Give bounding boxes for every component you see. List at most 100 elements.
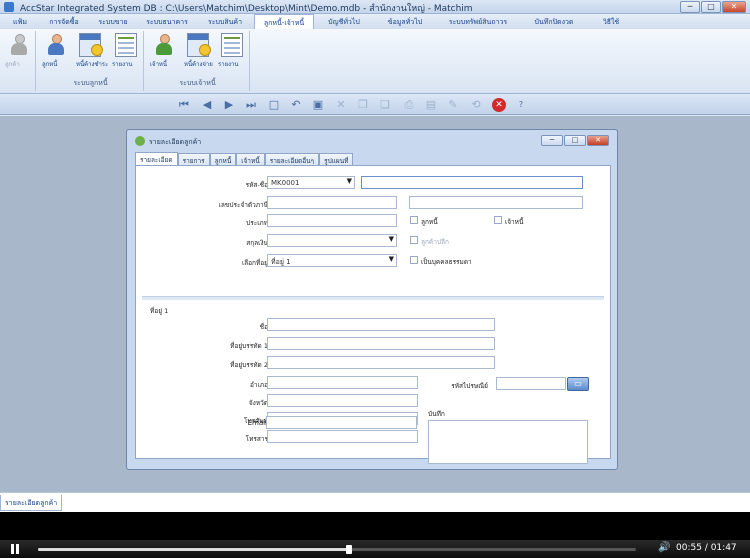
ap-report-button[interactable]: รายงาน: [218, 33, 246, 68]
address-line1-input[interactable]: [267, 337, 495, 350]
menu-bank[interactable]: ระบบธนาคาร: [138, 14, 196, 29]
menu-sales[interactable]: ระบบขาย: [88, 14, 138, 29]
code-name-label: รหัส-ชื่อ: [245, 181, 268, 189]
address-section-title: ที่อยู่ 1: [150, 307, 169, 315]
retail-checkbox-label: ลูกค้าปลีก: [421, 238, 449, 246]
fax-input[interactable]: [267, 430, 418, 443]
volume-icon[interactable]: 🔊: [658, 542, 670, 553]
ap-outstanding-button[interactable]: หนี้ค้างจ่าย: [184, 33, 213, 68]
paste-icon[interactable]: ❏: [378, 98, 392, 112]
refresh-icon[interactable]: ⟲: [469, 98, 483, 112]
edit-icon[interactable]: ✎: [446, 98, 460, 112]
currency-combo[interactable]: ▼: [267, 234, 397, 247]
menu-general-ledger[interactable]: บัญชีทั่วไป: [314, 14, 374, 29]
customer-button[interactable]: ลูกค้า: [5, 33, 33, 68]
tab-debtor[interactable]: ลูกหนี้: [209, 153, 237, 165]
tab-details[interactable]: รายละเอียด: [135, 152, 178, 165]
ribbon-group-customer: ลูกค้า: [2, 31, 36, 91]
print-icon[interactable]: ⎙: [402, 98, 416, 112]
creditor-checkbox[interactable]: [494, 216, 502, 224]
minimize-button[interactable]: ─: [680, 1, 700, 13]
menu-general-info[interactable]: ข้อมูลทั่วไป: [374, 14, 436, 29]
retail-checkbox[interactable]: [410, 236, 418, 244]
close-button[interactable]: ✕: [722, 1, 746, 13]
address-line1-label: ที่อยู่บรรทัด 1: [230, 342, 268, 350]
tax-id-extra-input[interactable]: [409, 196, 583, 209]
notes-textarea[interactable]: [428, 420, 588, 464]
close-form-icon[interactable]: ✕: [492, 98, 506, 112]
ribbon-group-ap-label: ระบบเจ้าหนี้: [179, 79, 216, 87]
address-select-combo[interactable]: ที่อยู่ 1 ▼: [267, 254, 397, 267]
help-icon[interactable]: ?: [514, 98, 528, 112]
report-icon: [115, 33, 137, 57]
person-icon: [153, 33, 175, 57]
district-input[interactable]: [267, 376, 418, 389]
child-maximize-button[interactable]: □: [564, 135, 586, 146]
tax-id-input[interactable]: [267, 196, 397, 209]
open-form-tab[interactable]: รายละเอียดลูกค้า: [0, 495, 63, 511]
chevron-down-icon: ▼: [388, 255, 394, 263]
email-input[interactable]: [266, 416, 417, 429]
status-bar: รายละเอียดลูกค้า: [0, 492, 750, 512]
copy-icon[interactable]: ❐: [356, 98, 370, 112]
person-checkbox[interactable]: [410, 256, 418, 264]
ar-report-button[interactable]: รายงาน: [112, 33, 140, 68]
postcode-input[interactable]: [496, 377, 566, 390]
seek-progress: [38, 548, 349, 551]
tab-creditor[interactable]: เจ้าหนี้: [236, 153, 265, 165]
address-line2-input[interactable]: [267, 356, 495, 369]
fax-label: โทรสาร: [245, 435, 268, 443]
save-icon[interactable]: ▣: [311, 98, 325, 112]
tab-transactions[interactable]: รายการ: [177, 153, 210, 165]
menu-file[interactable]: แฟ้ม: [0, 14, 40, 29]
next-record-icon[interactable]: ▶: [222, 98, 236, 112]
menu-fixed-assets[interactable]: ระบบทรัพย์สินถาวร: [436, 14, 520, 29]
title-bar: AccStar Integrated System DB : C:\Users\…: [0, 0, 750, 14]
tax-id-label: เลขประจำตัวภาษี: [218, 201, 268, 209]
last-record-icon[interactable]: ⏭: [244, 98, 258, 112]
address-select-label: เลือกที่อยู่: [241, 259, 268, 267]
person-checkbox-label: เป็นบุคคลธรรมดา: [421, 258, 472, 266]
undo-icon[interactable]: ↶: [289, 98, 303, 112]
address-name-input[interactable]: [267, 318, 495, 331]
child-minimize-button[interactable]: ─: [541, 135, 563, 146]
player-controls: 🔊 00:55 / 01:47: [0, 540, 750, 558]
section-divider: [142, 296, 604, 300]
lookup-icon: ▭: [574, 379, 582, 388]
delete-icon[interactable]: ✕: [334, 98, 348, 112]
customer-name-input[interactable]: [361, 176, 583, 189]
ar-outstanding-button[interactable]: หนี้ค้างชำระ: [76, 33, 108, 68]
calendar-icon: [187, 33, 211, 57]
type-input[interactable]: [267, 214, 397, 227]
creditor-checkbox-label: เจ้าหนี้: [505, 218, 524, 226]
ribbon-group-ap: เจ้าหนี้ หนี้ค้างจ่าย รายงาน ระบบเจ้าหนี…: [146, 31, 250, 91]
menu-ar-ap[interactable]: ลูกหนี้-เจ้าหนี้: [254, 14, 314, 29]
prev-record-icon[interactable]: ◀: [200, 98, 214, 112]
tab-other-details[interactable]: รายละเอียดอื่นๆ: [264, 153, 320, 165]
customer-code-combo[interactable]: MK0001 ▼: [267, 176, 355, 189]
ribbon-group-ar: ลูกหนี้ หนี้ค้างชำระ รายงาน ระบบลูกหนี้: [38, 31, 144, 91]
preview-icon[interactable]: ▤: [424, 98, 438, 112]
menu-purchase[interactable]: การจัดซื้อ: [40, 14, 88, 29]
menu-help[interactable]: วิธีใช้: [588, 14, 634, 29]
chevron-down-icon: ▼: [346, 177, 352, 185]
ap-creditor-button[interactable]: เจ้าหนี้: [150, 33, 178, 68]
maximize-button[interactable]: □: [701, 1, 721, 13]
province-input[interactable]: [267, 394, 418, 407]
address-line2-label: ที่อยู่บรรทัด 2: [230, 361, 268, 369]
pause-icon[interactable]: [10, 544, 20, 554]
app-icon: [4, 2, 14, 12]
menu-inventory[interactable]: ระบบสินค้า: [196, 14, 254, 29]
name-label: ชื่อ: [259, 323, 268, 331]
tab-map[interactable]: รูปแผนที่: [319, 153, 354, 165]
new-record-icon[interactable]: □: [267, 98, 281, 112]
menu-period-close[interactable]: บันทึกปิดงวด: [520, 14, 588, 29]
seek-bar[interactable]: [38, 545, 636, 554]
child-close-button[interactable]: ✕: [587, 135, 609, 146]
ar-debtor-button[interactable]: ลูกหนี้: [42, 33, 70, 68]
first-record-icon[interactable]: ⏮: [177, 98, 191, 112]
debtor-checkbox[interactable]: [410, 216, 418, 224]
postcode-lookup-button[interactable]: ▭: [567, 377, 589, 391]
customer-icon: [135, 136, 145, 146]
seek-thumb[interactable]: [345, 545, 352, 554]
